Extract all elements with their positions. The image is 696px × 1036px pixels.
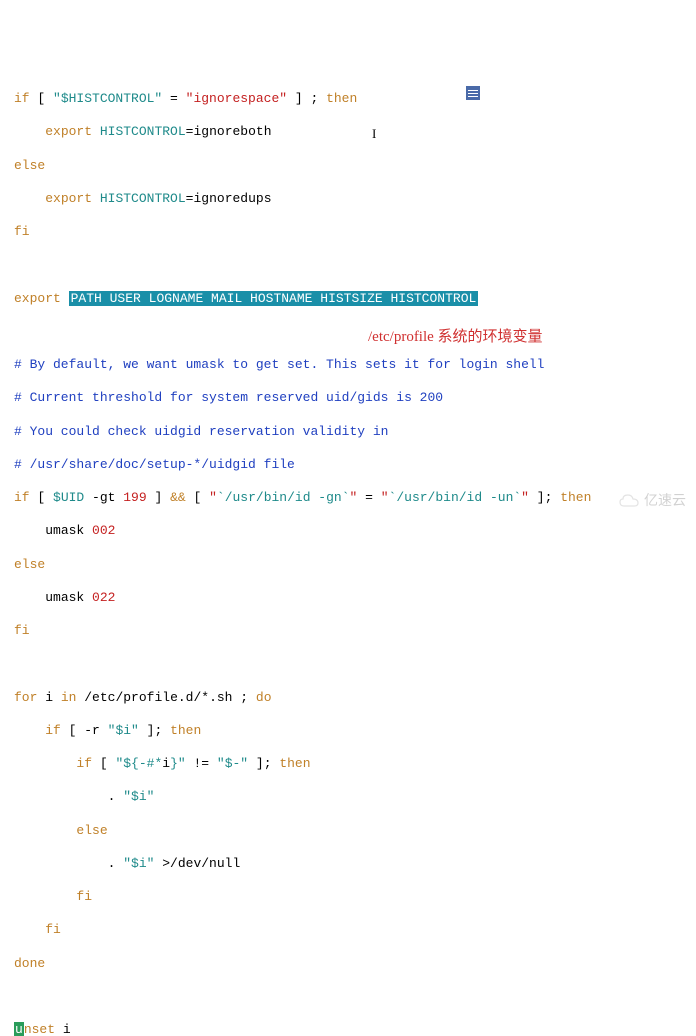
keyword-done: done	[14, 956, 45, 971]
keyword-for: for	[14, 690, 37, 705]
cursor-position: u	[14, 1022, 24, 1036]
code-block: if [ "$HISTCONTROL" = "ignorespace" ] ; …	[14, 75, 682, 1036]
comment: # /usr/share/doc/setup-*/uidgid file	[14, 457, 295, 472]
annotation-label: /etc/profile 系统的环境变量	[368, 328, 543, 347]
keyword-fi: fi	[14, 224, 30, 239]
cloud-icon	[618, 493, 640, 509]
text-cursor-icon: I	[372, 126, 376, 143]
comment: # By default, we want umask to get set. …	[14, 357, 545, 372]
keyword-if: if	[14, 91, 30, 106]
menu-icon	[466, 86, 480, 100]
watermark-text: 亿速云	[644, 492, 686, 510]
comment: # Current threshold for system reserved …	[14, 390, 443, 405]
highlighted-vars: PATH USER LOGNAME MAIL HOSTNAME HISTSIZE…	[69, 291, 479, 306]
watermark: 亿速云	[618, 492, 686, 510]
keyword-else: else	[14, 158, 45, 173]
comment: # You could check uidgid reservation val…	[14, 424, 388, 439]
